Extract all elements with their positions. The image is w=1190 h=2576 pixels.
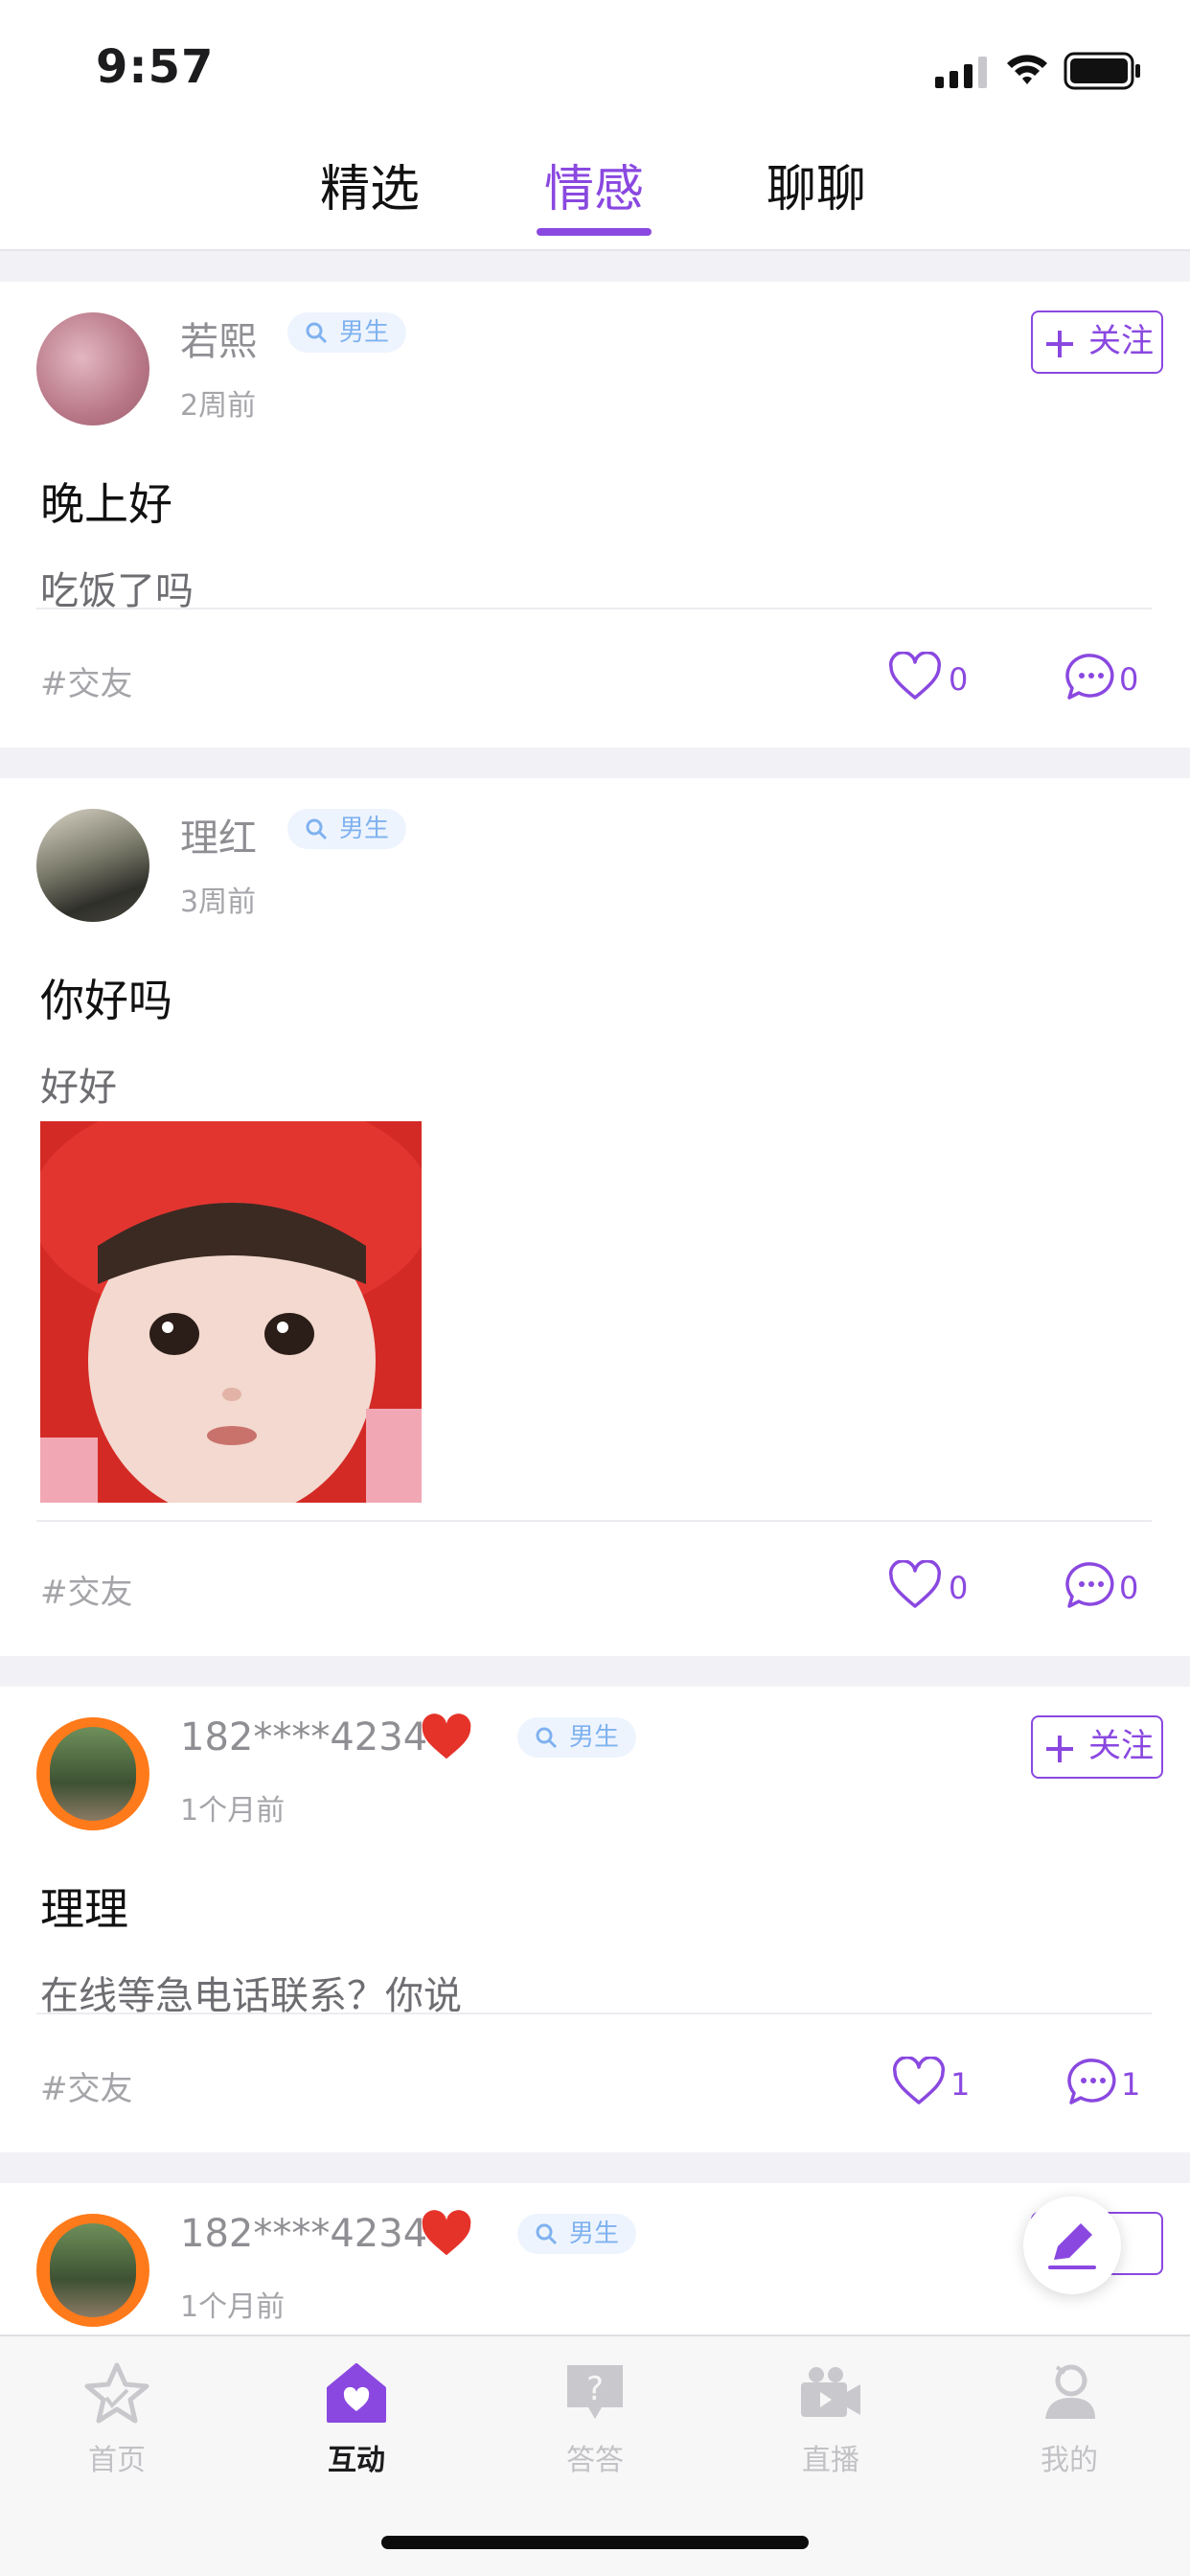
- heart-like-icon[interactable]: [887, 652, 943, 702]
- follow-button[interactable]: 关注: [1031, 310, 1163, 374]
- comment-icon[interactable]: [1065, 2057, 1121, 2106]
- divider: [36, 2012, 1152, 2014]
- topic-tag[interactable]: #交友: [40, 657, 133, 704]
- status-bar: 9:57: [0, 0, 1190, 144]
- tab-qa[interactable]: ? 答答: [528, 2361, 662, 2478]
- pencil-edit-icon: [1048, 2223, 1096, 2269]
- gender-tag: 男生: [287, 809, 407, 849]
- gender-tag: 男生: [287, 312, 407, 353]
- post-card[interactable]: 若熙 男生 2周前 关注 晚上好 吃饭了吗 #交友 0 0: [0, 282, 1190, 748]
- tab-featured[interactable]: 精选: [320, 149, 420, 220]
- like-count: 0: [949, 661, 969, 698]
- comment-count: 0: [1119, 1570, 1139, 1606]
- male-search-icon: [306, 322, 328, 344]
- battery-icon: [1064, 52, 1140, 90]
- tab-label: 答答: [566, 2444, 624, 2477]
- gender-tag-label: 男生: [569, 1723, 620, 1752]
- post-time: 1个月前: [180, 2290, 286, 2324]
- post-time: 1个月前: [180, 1794, 286, 1828]
- topic-tag[interactable]: #交友: [40, 1566, 133, 1613]
- divider: [36, 608, 1152, 610]
- tab-interact[interactable]: 互动: [289, 2361, 423, 2478]
- post-body: 好好: [40, 1066, 117, 1110]
- avatar[interactable]: [36, 312, 149, 426]
- post-card[interactable]: 理红 男生 3周前 你好吗 好好 #交友 0 0: [0, 778, 1190, 1656]
- tab-mine[interactable]: 我的: [1002, 2361, 1136, 2478]
- comment-count: 1: [1121, 2066, 1141, 2103]
- plus-icon: [1046, 1736, 1073, 1762]
- post-card[interactable]: 182****4234 男生 1个月前 关注 理理 在线等急电话联系？你说 #交…: [0, 1687, 1190, 2152]
- gender-tag-label: 男生: [339, 815, 390, 843]
- male-search-icon: [306, 818, 328, 840]
- username[interactable]: 理红: [180, 807, 257, 862]
- gender-tag: 男生: [517, 2214, 637, 2254]
- tab-chat[interactable]: 聊聊: [767, 149, 866, 220]
- username[interactable]: 182****4234: [180, 2212, 427, 2256]
- red-heart-emoji-icon: [422, 1714, 471, 1760]
- gender-tag-label: 男生: [339, 318, 390, 347]
- tab-emotion[interactable]: 情感: [544, 149, 644, 220]
- comment-count: 0: [1119, 661, 1139, 698]
- avatar[interactable]: [36, 1717, 149, 1830]
- heart-like-icon[interactable]: [891, 2057, 947, 2106]
- person-icon: [1045, 2364, 1095, 2419]
- tab-label: 互动: [328, 2444, 385, 2477]
- cellular-signal-icon: [935, 57, 987, 88]
- tab-home[interactable]: 首页: [50, 2361, 184, 2478]
- question-bubble-icon: ?: [567, 2365, 623, 2419]
- heart-house-icon: [327, 2363, 386, 2423]
- avatar[interactable]: [36, 809, 149, 922]
- post-title: 你好吗: [40, 975, 172, 1026]
- tab-live[interactable]: 直播: [764, 2361, 898, 2478]
- post-time: 3周前: [180, 886, 257, 919]
- gender-tag-label: 男生: [569, 2220, 620, 2248]
- gender-tag: 男生: [517, 1717, 637, 1758]
- post-time: 2周前: [180, 389, 257, 423]
- username[interactable]: 若熙: [180, 310, 257, 366]
- follow-button[interactable]: 关注: [1031, 1715, 1163, 1779]
- topic-tag[interactable]: #交友: [40, 2062, 133, 2109]
- post-title: 理理: [40, 1883, 128, 1935]
- tab-label: 我的: [1041, 2444, 1098, 2477]
- red-heart-emoji-icon: [422, 2210, 471, 2256]
- home-indicator[interactable]: [381, 2536, 809, 2549]
- active-tab-indicator: [537, 228, 652, 236]
- top-tab-bar: 精选 情感 聊聊: [0, 144, 1190, 251]
- heart-like-icon[interactable]: [887, 1560, 943, 1610]
- svg-text:?: ?: [586, 2370, 604, 2408]
- video-camera-icon: [801, 2367, 860, 2417]
- wifi-icon: [1007, 55, 1047, 84]
- status-time: 9:57: [96, 40, 215, 94]
- post-title: 晚上好: [40, 478, 172, 530]
- follow-label: 关注: [1088, 322, 1154, 360]
- post-card[interactable]: 182****4234 男生 1个月前 注: [0, 2183, 1190, 2334]
- star-home-icon: [84, 2362, 149, 2424]
- male-search-icon: [536, 1727, 558, 1749]
- male-search-icon: [536, 2223, 558, 2245]
- username[interactable]: 182****4234: [180, 1715, 427, 1760]
- compose-button[interactable]: [1023, 2196, 1121, 2294]
- post-image[interactable]: [40, 1121, 422, 1503]
- tab-label: 首页: [88, 2444, 146, 2477]
- avatar[interactable]: [36, 2214, 149, 2327]
- plus-icon: [1046, 331, 1073, 357]
- follow-label: 关注: [1088, 1727, 1154, 1765]
- like-count: 0: [949, 1570, 969, 1606]
- comment-icon[interactable]: [1064, 652, 1119, 702]
- like-count: 1: [950, 2066, 971, 2103]
- divider: [36, 1520, 1152, 1522]
- tab-label: 直播: [802, 2444, 859, 2477]
- comment-icon[interactable]: [1064, 1560, 1119, 1610]
